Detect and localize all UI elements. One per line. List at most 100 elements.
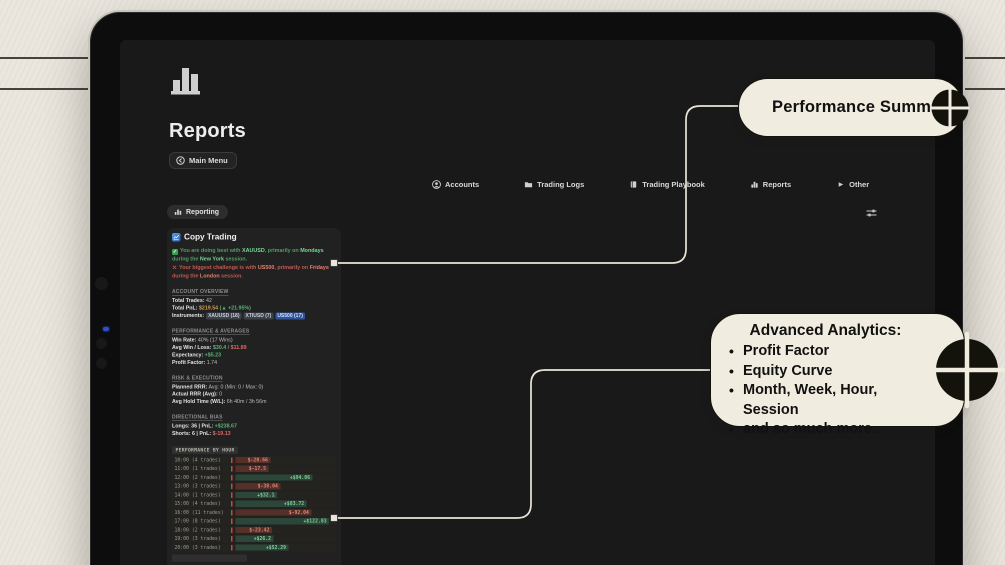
hour-row: 11:00 (1 trades) $-17.5 (172, 465, 336, 473)
hour-pnl-bar: +$26.2 (235, 535, 274, 542)
hour-row-tick (231, 527, 233, 533)
hour-row: 10:00 (4 trades) $-20.66 (172, 456, 336, 464)
hour-row-label: 16:00 (11 trades) (174, 509, 224, 516)
advanced-analytics-list: Profit FactorEquity CurveMonth, Week, Ho… (727, 342, 924, 440)
page-title: Reports (169, 120, 246, 142)
x-icon: ✕ (172, 264, 178, 271)
hour-pnl-bar: +$32.1 (235, 491, 277, 499)
hour-row-label: 14:00 (1 trades) (174, 492, 221, 498)
hour-row-tick (231, 474, 233, 481)
stat-line: Profit Factor: 1.74 (172, 359, 218, 366)
toggle-triangle-icon (836, 180, 845, 189)
section-header: RISK & EXECUTION (172, 375, 223, 382)
nav-item-label: Trading Playbook (642, 180, 705, 189)
view-toolbar: Reporting (167, 203, 877, 221)
hour-row: 17:00 (8 trades) +$122.83 (172, 517, 336, 526)
chart-icon (174, 208, 182, 216)
section-directional-bias: DIRECTIONAL BIAS Longs: 36 | PnL: +$238.6… (172, 412, 336, 437)
plus-icon (927, 330, 1005, 410)
sensor-dot-icon (96, 338, 107, 349)
hour-pnl-bar: +$122.83 (235, 518, 330, 525)
section-risk-execution: RISK & EXECUTION Planned RRR: Avg: 0 (Min… (172, 373, 336, 406)
sensor-led-icon (103, 327, 109, 331)
section-performance-averages: PERFORMANCE & AVERAGES Win Rate: 40% (17 … (172, 326, 336, 366)
hour-pnl-bar: +$83.72 (235, 500, 307, 507)
back-circle-icon (176, 156, 185, 165)
section-header: DIRECTIONAL BIAS (172, 414, 223, 421)
hour-rows: 10:00 (4 trades) $-20.66 11:00 (1 trades) $… (172, 456, 336, 552)
callout-advanced-analytics-title: Advanced Analytics: (749, 322, 902, 339)
folder-icon (524, 180, 533, 189)
nav-item-trading-playbook[interactable]: Trading Playbook (629, 180, 705, 189)
stat-line: Win Rate: 40% (17 Wins) (172, 337, 233, 344)
person-icon (432, 180, 441, 189)
hour-row: 20:00 (3 trades) +$52.29 (172, 543, 336, 552)
hour-pnl-bar: +$52.29 (235, 544, 289, 551)
copy-trading-card: Copy Trading ✓ You are doing best with XA… (167, 228, 341, 565)
tab-reporting[interactable]: Reporting (167, 205, 229, 219)
callout-advanced-analytics: Advanced Analytics: Profit FactorEquity … (710, 313, 1005, 439)
hour-row-tick (231, 457, 233, 463)
hour-row-tick (231, 466, 233, 472)
performance-by-hour-block: PERFORMANCE BY HOUR 10:00 (4 trades) $-20… (172, 444, 336, 562)
hour-row-tick (231, 536, 233, 542)
main-menu-button[interactable]: Main Menu (169, 152, 237, 169)
copy-trading-title: Copy Trading (184, 232, 237, 242)
hour-row: 16:00 (11 trades) $-92.04 (172, 508, 336, 517)
hour-pnl-bar: $-23.42 (235, 526, 272, 534)
nav-item-label: Reports (762, 180, 792, 189)
stat-line: Longs: 36 | PnL: +$238.67 (172, 422, 237, 429)
hour-row: 14:00 (1 trades) +$32.1 (172, 491, 336, 499)
stat-line: Instruments: XAUUSD (18) XTIUSD (7) US500 (… (172, 312, 305, 320)
hour-row: 12:00 (2 trades) +$94.06 (172, 473, 336, 482)
nav-item-label: Other (849, 180, 870, 189)
main-menu-label: Main Menu (189, 156, 228, 165)
copy-trading-header[interactable]: Copy Trading (172, 233, 336, 243)
hour-row-label: 20:00 (3 trades) (174, 544, 221, 551)
bar-chart-icon (750, 180, 759, 189)
hour-row-label: 13:00 (3 trades) (174, 483, 221, 490)
stat-line: Avg Hold Time (W/L): 6h 40m / 3h 56m (172, 398, 267, 405)
nav-item-reports[interactable]: Reports (750, 180, 791, 189)
copy-trading-app-icon (172, 233, 181, 242)
front-camera-icon (95, 277, 108, 290)
section-header: PERFORMANCE & AVERAGES (172, 328, 250, 336)
stat-line: Total PnL: $219.54 (▲ +21.95%) (172, 304, 251, 311)
hour-row-label: 11:00 (1 trades) (174, 466, 221, 472)
check-icon: ✓ (172, 248, 178, 255)
hour-row-label: 19:00 (3 trades) (174, 536, 221, 542)
advanced-analytics-bullet: Equity Curve (727, 362, 924, 382)
advanced-analytics-bullet: Month, Week, Hour, Session (727, 381, 924, 420)
hour-row: 18:00 (2 trades) $-23.42 (172, 526, 336, 534)
nav-item-accounts[interactable]: Accounts (432, 180, 479, 189)
hour-pnl-bar: $-17.5 (235, 465, 269, 472)
stat-line: Avg Win / Loss: $30.4 / $11.89 (172, 344, 247, 351)
hour-pnl-bar: $-20.66 (235, 456, 271, 464)
stat-line: Actual RRR (Avg): 0 (172, 391, 223, 398)
book-icon (629, 180, 638, 189)
stat-line: Total Trades: 42 (172, 297, 212, 304)
insight-positive: ✓ You are doing best with XAUUSD, primari… (172, 247, 324, 262)
plus-icon (927, 85, 973, 131)
nav-item-other[interactable]: Other (836, 180, 869, 189)
hour-row-tick (231, 483, 233, 490)
hour-row-label: 15:00 (4 trades) (174, 501, 221, 507)
section-header: ACCOUNT OVERVIEW (172, 289, 229, 296)
sensor-dot-icon (96, 358, 107, 369)
hour-pnl-bar: $-92.04 (235, 509, 312, 516)
advanced-analytics-bullet: and so much more.. (727, 420, 924, 440)
hour-row-tick (231, 501, 233, 507)
stat-sections: ACCOUNT OVERVIEW Total Trades: 42 Total Pn… (172, 287, 336, 438)
insights: ✓ You are doing best with XAUUSD, primari… (172, 247, 336, 281)
hour-row-label: 17:00 (8 trades) (174, 518, 221, 525)
filter-sliders-icon[interactable] (866, 205, 877, 217)
nav-item-trading-logs[interactable]: Trading Logs (524, 180, 584, 189)
hour-row: 15:00 (4 trades) +$83.72 (172, 500, 336, 508)
hour-pnl-bar: +$94.06 (235, 474, 313, 481)
next-section-header-partial (172, 554, 247, 562)
hour-row-tick (231, 544, 233, 551)
nav-item-label: Accounts (445, 180, 480, 189)
advanced-analytics-bullet: Profit Factor (727, 342, 924, 362)
insight-negative: ✕ Your biggest challenge is with US500, p… (172, 264, 329, 279)
tab-reporting-label: Reporting (186, 208, 220, 216)
